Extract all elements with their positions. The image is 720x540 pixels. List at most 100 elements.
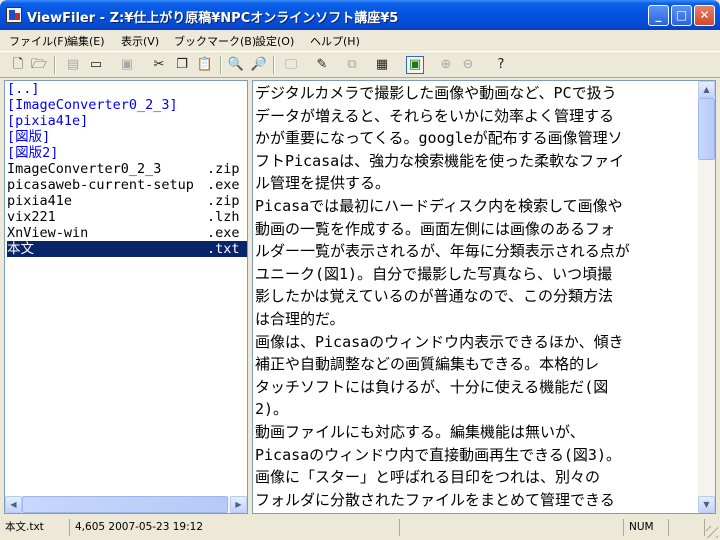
scroll-down-button[interactable]: ▼ [698,496,715,513]
toolbar: 🗋 🗁 ▤ ▭ ▣ ✂ ❐ 📋 🔍 🔎 🖵 ✎ ⧉ ▦ ▣ ⊕ ⊖ ? [0,51,720,78]
open-folder-icon[interactable]: 🗁 [30,56,48,74]
file-row[interactable]: pixia41e .zip [7,193,247,209]
folder-row[interactable]: [pixia41e] [7,113,247,129]
duplicate-icon[interactable]: ⧉ [343,56,361,74]
menu-view[interactable]: 表示(V) [121,33,159,49]
view-icon[interactable]: ▣ [406,56,424,74]
folder-row[interactable]: [図版] [7,129,247,145]
window-title: ViewFiler - Z:¥仕上がり原稿¥NPCオンラインソフト講座¥5 [27,11,399,26]
file-row[interactable]: picasaweb-current-setup .exe [7,177,247,193]
file-name: [図版] [7,129,51,145]
copy-icon[interactable]: ❐ [173,56,191,74]
text-line: Picasaでは最初にハードディスク内を検索して画像や [255,196,623,215]
zoom-out-icon[interactable]: ⊖ [459,56,477,74]
minimize-button[interactable]: _ [648,5,669,26]
list-icon[interactable]: ▤ [64,56,82,74]
menu-file[interactable]: ファイル(F) [9,33,68,49]
folder-row[interactable]: [..] [7,81,247,97]
status-filename: 本文.txt [0,519,70,536]
text-line: は合理的だ。 [255,309,345,328]
text-line: Picasaのウィンドウ内で直接動画再生できる(図3)。 [255,445,621,464]
scroll-left-button[interactable]: ◀ [5,496,22,513]
toolbar-separator [54,56,56,74]
file-name: [..] [7,81,40,97]
file-name: [pixia41e] [7,113,89,129]
search-next-icon[interactable]: 🔎 [250,56,268,74]
file-list-hscroll-thumb[interactable] [22,496,228,513]
new-file-icon[interactable]: 🗋 [9,56,27,74]
file-row[interactable]: vix221 .lzh [7,209,247,225]
folder-icon[interactable]: ▭ [87,56,105,74]
maximize-button[interactable]: □ [671,5,692,26]
menu-bookmark[interactable]: ブックマーク(B) [174,33,256,49]
edit-icon[interactable]: ✎ [313,56,331,74]
status-bar: 本文.txt 4,605 2007-05-23 19:12 NUM [0,517,720,540]
paste-icon[interactable]: 📋 [196,56,214,74]
text-line: タッチソフトには負けるが、十分に使える機能だ(図 [255,377,609,396]
monitor-icon[interactable]: 🖵 [282,56,300,74]
text-line: かが重要になってくる。googleが配布する画像管理ソ [255,129,623,148]
folder-row[interactable]: [図版2] [7,145,247,161]
app-icon[interactable] [6,7,22,23]
text-line: 画像に「スター」と呼ばれる目印をつれは、別々の [255,468,601,487]
file-name: [ImageConverter0_2_3] [7,97,178,113]
menu-settings[interactable]: 設定(O) [255,33,294,49]
title-bar[interactable]: ViewFiler - Z:¥仕上がり原稿¥NPCオンラインソフト講座¥5 _ … [0,0,720,30]
file-name: ImageConverter0_2_3 [7,161,162,177]
text-line: ルダー一覧が表示されるが、年毎に分類表示される点が [255,242,630,261]
search-icon[interactable]: 🔍 [227,56,245,74]
status-num: NUM [624,519,669,536]
file-row[interactable]: XnView-win .exe [7,225,247,241]
menu-help[interactable]: ヘルプ(H) [310,33,360,49]
text-line: 画像は、Picasaのウィンドウ内表示できるほか、傾き [255,332,624,351]
resize-grip[interactable] [706,526,718,538]
file-name: XnView-win [7,225,89,241]
cut-icon[interactable]: ✂ [150,56,168,74]
file-ext: .txt [207,241,240,257]
status-blank-2 [669,519,705,536]
text-line: データが増えると、それらをいかに効率よく管理する [255,106,614,125]
menu-bar: ファイル(F) 編集(E) 表示(V) ブックマーク(B) 設定(O) ヘルプ(… [0,30,720,50]
text-viewer-vscroll[interactable]: ▲ ▼ [698,81,715,513]
text-content: デジタルカメラで撮影した画像や動画など、PCで扱う データが増えると、それらをいか… [255,82,695,511]
folder-up-icon[interactable]: ▣ [118,56,136,74]
file-name: picasaweb-current-setup [7,177,194,193]
text-line: フトPicasaは、強力な検索機能を使った柔軟なファイ [255,151,625,170]
text-line: デジタルカメラで撮影した画像や動画など、PCで扱う [255,84,617,102]
file-row[interactable]: 本文 .txt [7,241,247,257]
file-list-hscroll[interactable]: ◀ ▶ [5,496,247,513]
text-viewer-vscroll-thumb[interactable] [698,98,715,160]
menu-edit[interactable]: 編集(E) [67,33,105,49]
file-ext: .exe [207,225,240,241]
text-line: 影したかは覚えているのが普通なので、この分類方法 [255,287,614,306]
zoom-in-icon[interactable]: ⊕ [437,56,455,74]
text-line: 動画の一覧を作成する。画面左側には画像のあるフォ [255,219,616,238]
file-name: vix221 [7,209,56,225]
file-ext: .exe [207,177,240,193]
text-line: ユニーク(図1)。自分で撮影した写真なら、いつ頃撮 [255,264,613,283]
toolbar-separator [273,56,275,74]
status-blank [400,519,624,536]
text-line: 動画ファイルにも対応する。編集機能は無いが、 [255,422,585,441]
status-file-info: 4,605 2007-05-23 19:12 [70,519,400,536]
file-ext: .lzh [207,209,240,225]
toolbar-separator [220,56,222,74]
file-name: [図版2] [7,145,59,161]
close-button[interactable]: ✕ [694,5,715,26]
text-viewer[interactable]: デジタルカメラで撮影した画像や動画など、PCで扱う データが増えると、それらをいか… [252,80,716,514]
scroll-up-button[interactable]: ▲ [698,81,715,98]
file-ext: .zip [207,193,240,209]
text-line: 補正や自動調整などの画質編集もできる。本格的レ [255,355,600,374]
scroll-right-button[interactable]: ▶ [230,496,247,513]
text-line: ル管理を提供する。 [255,174,391,193]
help-icon[interactable]: ? [492,56,510,74]
file-list[interactable]: [..] [ImageConverter0_2_3] [pixia41e] [図版][… [4,80,248,514]
grid-icon[interactable]: ▦ [373,56,391,74]
text-line: フォルダに分散されたファイルをまとめて管理できる [255,490,615,509]
file-name: 本文 [7,241,34,257]
folder-row[interactable]: [ImageConverter0_2_3] [7,97,247,113]
file-row[interactable]: ImageConverter0_2_3 .zip [7,161,247,177]
file-ext: .zip [207,161,240,177]
app-window: ViewFiler - Z:¥仕上がり原稿¥NPCオンラインソフト講座¥5 _ … [0,0,720,540]
text-line: 2)。 [255,400,289,419]
